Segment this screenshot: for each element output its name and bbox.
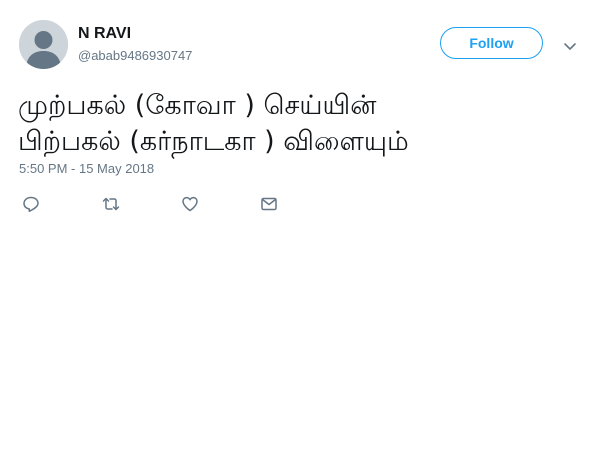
chevron-down-icon[interactable] (562, 38, 578, 50)
retweet-icon[interactable] (102, 195, 120, 213)
reply-icon[interactable] (22, 195, 40, 213)
avatar[interactable] (19, 20, 68, 69)
display-name[interactable]: N RAVI (78, 25, 131, 43)
heart-icon[interactable] (181, 195, 199, 213)
tweet-card: N RAVI @abab9486930747 Follow முற்பகல் (… (0, 0, 600, 450)
follow-button[interactable]: Follow (440, 27, 543, 59)
default-avatar-icon (19, 20, 68, 69)
user-handle[interactable]: @abab9486930747 (78, 48, 192, 63)
tweet-timestamp[interactable]: 5:50 PM - 15 May 2018 (19, 161, 154, 176)
tweet-text: முற்பகல் (கோவா ) செய்யின் பிற்பகல் (கர்ந… (18, 90, 409, 157)
envelope-icon[interactable] (260, 195, 278, 213)
